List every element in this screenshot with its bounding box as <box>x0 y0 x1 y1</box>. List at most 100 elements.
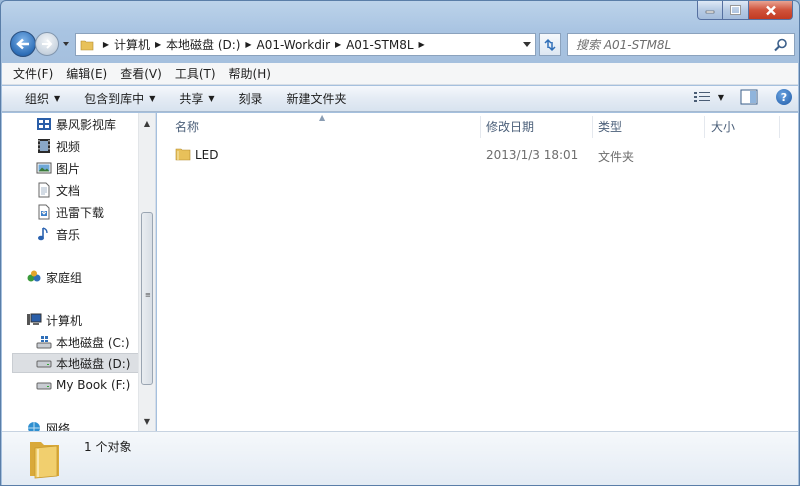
nav-label: My Book (F:) <box>56 378 131 392</box>
new-folder-button[interactable]: 新建文件夹 <box>287 90 347 107</box>
pictures-icon <box>36 162 52 174</box>
column-header-name[interactable]: 名称 <box>175 118 199 136</box>
nav-label: 家庭组 <box>46 270 83 285</box>
refresh-icon <box>544 38 556 51</box>
column-divider[interactable] <box>480 116 481 138</box>
folder-large-icon <box>30 442 59 479</box>
chevron-down-icon: ▼ <box>149 94 156 103</box>
menu-tools[interactable]: 工具(T) <box>175 65 216 82</box>
scroll-down-arrow-icon[interactable]: ▼ <box>139 413 155 429</box>
search-box[interactable] <box>567 33 795 56</box>
breadcrumb-stm8l[interactable]: A01-STM8L <box>346 38 413 52</box>
search-input[interactable] <box>576 37 766 52</box>
table-row[interactable]: LED 2013/1/3 18:01 文件夹 <box>157 146 798 164</box>
details-view-icon <box>693 92 710 102</box>
recent-pages-dropdown-icon[interactable] <box>62 40 70 48</box>
scrollbar-grip-icon: ≡ <box>145 291 151 299</box>
menu-file[interactable]: 文件(F) <box>13 65 53 82</box>
nav-item-music[interactable]: 音乐 <box>36 224 80 244</box>
close-button[interactable] <box>749 1 793 20</box>
search-icon[interactable] <box>774 38 788 52</box>
breadcrumb-separator-icon[interactable]: ▶ <box>150 37 166 53</box>
breadcrumb-workdir[interactable]: A01-Workdir <box>256 38 330 52</box>
file-list: ▲ 名称 修改日期 类型 大小 LED 2013/1/3 18:01 文件夹 <box>157 113 798 431</box>
system-drive-icon <box>36 336 52 349</box>
documents-icon <box>38 182 50 198</box>
downloads-icon <box>38 204 50 220</box>
caption-buttons <box>697 1 793 21</box>
nav-label: 视频 <box>56 139 81 154</box>
organize-button[interactable]: 组织 ▼ <box>25 90 60 107</box>
chevron-down-icon: ▼ <box>717 92 724 102</box>
forward-button[interactable] <box>35 32 59 56</box>
nav-item-video-library[interactable]: 暴风影视库 <box>36 114 116 134</box>
address-history-dropdown-icon[interactable] <box>523 40 531 48</box>
help-icon[interactable]: ? <box>776 89 792 105</box>
nav-item-pictures[interactable]: 图片 <box>36 158 80 178</box>
drive-icon <box>36 382 52 390</box>
nav-item-drive-d[interactable]: 本地磁盘 (D:) <box>12 353 140 373</box>
column-divider[interactable] <box>592 116 593 138</box>
chevron-down-icon: ▼ <box>208 94 215 103</box>
nav-label: 图片 <box>56 161 81 176</box>
homegroup-icon <box>27 270 41 282</box>
breadcrumb-separator-icon[interactable]: ▶ <box>98 37 114 53</box>
maximize-button[interactable] <box>723 1 749 20</box>
scrollbar-thumb[interactable]: ≡ <box>141 212 153 385</box>
breadcrumb-separator-icon[interactable]: ▶ <box>240 37 256 53</box>
minimize-icon <box>705 10 715 14</box>
column-header-modified[interactable]: 修改日期 <box>486 118 534 136</box>
nav-item-my-book[interactable]: My Book (F:) <box>36 375 130 395</box>
preview-pane-icon[interactable] <box>740 89 758 105</box>
refresh-button[interactable] <box>539 33 561 56</box>
nav-item-network[interactable]: 网络 <box>26 418 70 431</box>
nav-label: 暴风影视库 <box>56 117 117 132</box>
item-count-status: 1 个对象 <box>84 440 132 454</box>
nav-item-drive-c[interactable]: 本地磁盘 (C:) <box>36 332 130 352</box>
nav-item-homegroup[interactable]: 家庭组 <box>26 267 82 287</box>
nav-label: 计算机 <box>46 313 83 328</box>
minimize-button[interactable] <box>697 1 723 20</box>
nav-scrollbar[interactable]: ▲ ≡ ▼ <box>138 113 155 431</box>
breadcrumb-computer[interactable]: 计算机 <box>114 36 150 53</box>
share-label: 共享 <box>179 92 204 106</box>
chevron-down-icon: ▼ <box>54 94 61 103</box>
column-divider[interactable] <box>779 116 780 138</box>
burn-button[interactable]: 刻录 <box>239 90 263 107</box>
back-button[interactable] <box>10 31 36 57</box>
column-header-size[interactable]: 大小 <box>711 118 735 136</box>
network-icon <box>28 422 40 431</box>
scroll-up-arrow-icon[interactable]: ▲ <box>139 115 155 131</box>
back-arrow-icon <box>16 38 29 50</box>
nav-label: 本地磁盘 (C:) <box>56 335 130 350</box>
explorer-window: ▶ 计算机 ▶ 本地磁盘 (D:) ▶ A01-Workdir ▶ A01-ST… <box>0 0 800 486</box>
nav-item-computer[interactable]: 计算机 <box>26 310 82 330</box>
breadcrumb-drive-d[interactable]: 本地磁盘 (D:) <box>166 36 240 53</box>
column-header-type[interactable]: 类型 <box>598 118 622 136</box>
nav-item-videos[interactable]: 视频 <box>36 136 80 156</box>
details-pane: 1 个对象 <box>2 431 798 485</box>
maximize-icon <box>730 5 741 15</box>
column-divider[interactable] <box>704 116 705 138</box>
share-button[interactable]: 共享 ▼ <box>179 90 214 107</box>
menu-bar: 文件(F) 编辑(E) 查看(V) 工具(T) 帮助(H) <box>2 63 798 85</box>
nav-item-documents[interactable]: 文档 <box>36 180 80 200</box>
address-bar[interactable]: ▶ 计算机 ▶ 本地磁盘 (D:) ▶ A01-Workdir ▶ A01-ST… <box>75 33 536 56</box>
menu-edit[interactable]: 编辑(E) <box>66 65 107 82</box>
include-in-library-button[interactable]: 包含到库中 ▼ <box>84 90 155 107</box>
breadcrumb-separator-icon[interactable]: ▶ <box>330 37 346 53</box>
navigation-pane: 暴风影视库 视频 图片 文档 迅雷下载 音乐 家庭组 计算机 本地磁盘 (C:)… <box>2 113 156 431</box>
nav-label: 音乐 <box>56 227 81 242</box>
menu-view[interactable]: 查看(V) <box>120 65 162 82</box>
navigation-row: ▶ 计算机 ▶ 本地磁盘 (D:) ▶ A01-Workdir ▶ A01-ST… <box>1 30 799 58</box>
menu-help[interactable]: 帮助(H) <box>229 65 271 82</box>
change-view-button[interactable]: ▼ <box>693 91 724 103</box>
computer-icon <box>27 313 42 325</box>
breadcrumb-separator-icon[interactable]: ▶ <box>414 37 430 53</box>
burn-label: 刻录 <box>238 92 263 106</box>
folder-icon <box>80 40 94 50</box>
nav-label: 网络 <box>46 421 71 432</box>
nav-item-thunder-downloads[interactable]: 迅雷下载 <box>36 202 104 222</box>
view-controls: ▼ ? <box>693 89 792 105</box>
file-name: LED <box>195 148 219 162</box>
